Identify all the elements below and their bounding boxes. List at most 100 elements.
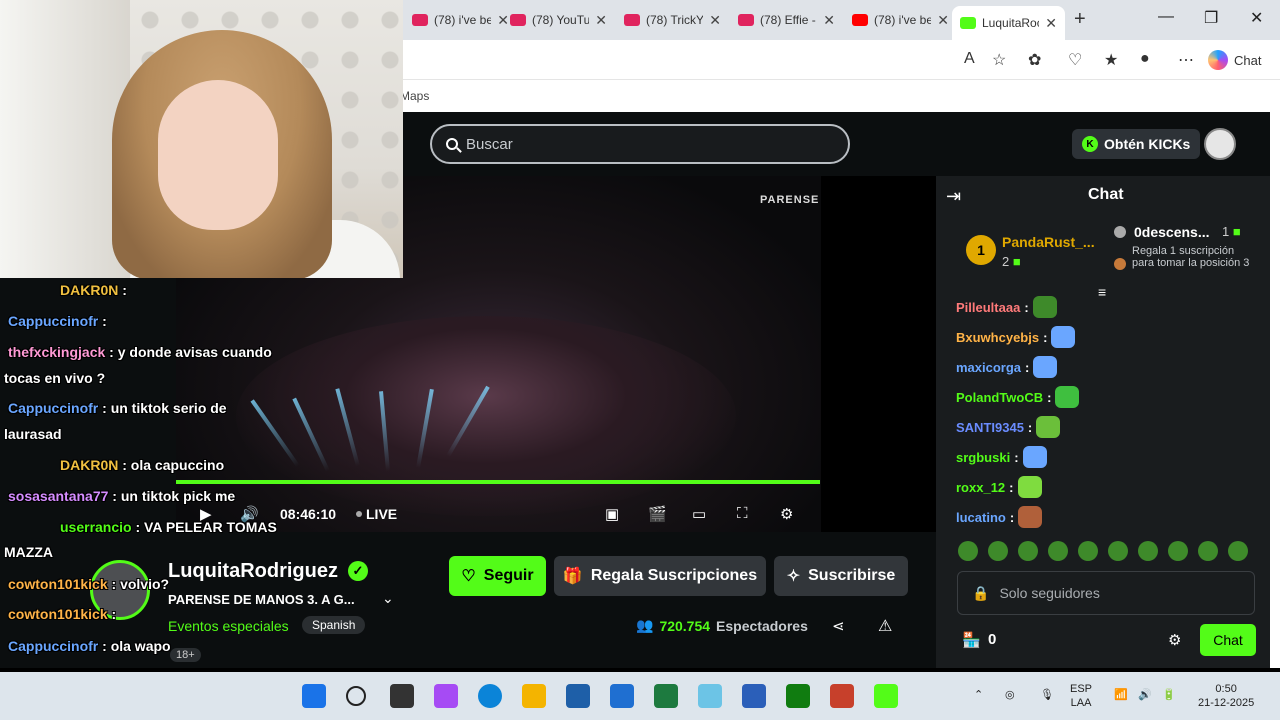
word-icon[interactable] (742, 684, 766, 708)
chat-username[interactable]: Bxuwhcyebjs (956, 330, 1039, 345)
powerpoint-icon[interactable] (830, 684, 854, 708)
browser-tab[interactable]: (78) i've be ✕ (844, 6, 957, 34)
chat-separator: : (1025, 359, 1030, 375)
stream-category[interactable]: Eventos especiales (168, 618, 289, 634)
emote-icon[interactable] (1078, 541, 1098, 561)
chat-username[interactable]: PolandTwoCB (956, 390, 1043, 405)
search-icon[interactable] (346, 686, 366, 706)
collapse-leaderboard-icon[interactable]: ≡ (1098, 284, 1106, 300)
language-indicator[interactable]: ESP LAA (1070, 682, 1092, 710)
collapse-chat-icon[interactable]: ⇥ (946, 186, 961, 207)
extensions-icon[interactable]: ✿ (1028, 50, 1041, 70)
pip-icon[interactable]: ▣ (605, 505, 619, 523)
file-explorer-icon[interactable] (522, 684, 546, 708)
close-icon[interactable]: ✕ (823, 12, 835, 29)
restore-button[interactable]: ❐ (1204, 8, 1218, 28)
search-input[interactable]: Buscar (430, 124, 850, 164)
chat-username[interactable]: roxx_12 (956, 480, 1005, 495)
youtube-icon (510, 14, 526, 26)
user-avatar[interactable] (1204, 128, 1236, 160)
theater-mode-icon[interactable]: ▭ (692, 505, 706, 523)
browser-tab[interactable]: (78) YouTu ✕ (502, 6, 615, 34)
close-icon[interactable]: ✕ (709, 12, 721, 29)
video-letterbox (821, 176, 936, 532)
battery-icon[interactable]: 🔋 (1162, 688, 1176, 702)
browser-tab-active[interactable]: LuquitaRoc ✕ (952, 6, 1065, 40)
excel-icon[interactable] (654, 684, 678, 708)
read-aloud-icon[interactable]: A (964, 50, 975, 68)
close-icon[interactable]: ✕ (595, 12, 607, 29)
progress-bar[interactable] (176, 480, 820, 484)
edge-icon[interactable] (478, 684, 502, 708)
favorite-star-icon[interactable]: ☆ (992, 50, 1006, 70)
clip-icon[interactable]: 🎬 (648, 505, 667, 523)
chat-input[interactable]: 🔒 Solo seguidores (957, 571, 1255, 615)
emote-icon[interactable] (958, 541, 978, 561)
minimize-button[interactable]: — (1158, 8, 1174, 26)
chat-send-button[interactable]: Chat (1200, 624, 1256, 656)
chat-username[interactable]: maxicorga (956, 360, 1021, 375)
browser-essentials-icon[interactable]: ♡ (1068, 50, 1082, 70)
settings-gear-icon[interactable]: ⚙ (780, 505, 793, 523)
app-icon[interactable] (698, 684, 722, 708)
chat-username[interactable]: lucatino (956, 510, 1006, 525)
chevron-down-icon[interactable]: ⌄ (382, 590, 394, 607)
browser-tab[interactable]: (78) Effie - ✕ (730, 6, 843, 34)
browser-tab[interactable]: (78) i've be ✕ (404, 6, 517, 34)
mail-icon[interactable] (610, 684, 634, 708)
chat-settings-icon[interactable]: ⚙ (1168, 631, 1181, 649)
new-tab-button[interactable]: + (1074, 8, 1086, 31)
microphone-icon[interactable]: 🎙 (1040, 688, 1054, 702)
close-icon[interactable]: ✕ (1045, 15, 1057, 32)
emote-icon[interactable] (1138, 541, 1158, 561)
gift-icon: 🎁 (562, 568, 583, 585)
close-window-button[interactable]: ✕ (1250, 8, 1263, 28)
favorite-maps[interactable]: Maps (400, 89, 429, 103)
store-icon[interactable]: 🏪 (962, 631, 981, 649)
overlay-text: y donde avisas cuando (117, 344, 272, 360)
get-kicks-button[interactable]: K Obtén KICKs (1072, 129, 1201, 159)
emote-icon[interactable] (1168, 541, 1188, 561)
clock[interactable]: 0:50 21-12-2025 (1198, 682, 1254, 710)
url-field[interactable] (410, 46, 950, 74)
store-icon[interactable] (566, 684, 590, 708)
leaderboard-second-name[interactable]: 0descens... (1134, 224, 1210, 240)
scrollbar[interactable] (1270, 112, 1280, 668)
chat-username[interactable]: srgbuski (956, 450, 1010, 465)
emote-icon (1017, 476, 1042, 498)
chat-username[interactable]: SANTI9345 (956, 420, 1024, 435)
report-warning-icon[interactable]: ⚠ (878, 616, 892, 636)
browser-tab[interactable]: (78) TrickY. ✕ (616, 6, 729, 34)
more-icon[interactable]: ⋯ (1178, 50, 1194, 70)
copilot-icon[interactable] (434, 684, 458, 708)
subscribe-button[interactable]: ✧ Suscribirse (774, 556, 908, 596)
emote-icon[interactable] (1108, 541, 1128, 561)
chat-username[interactable]: Pilleultaaa (956, 300, 1020, 315)
emote-icon (1032, 296, 1057, 318)
volume-icon[interactable]: 🔊 (1138, 688, 1152, 702)
share-icon[interactable]: ⋖ (832, 617, 845, 635)
tray-app-icon[interactable]: ◎ (1005, 688, 1015, 702)
close-icon[interactable]: ✕ (937, 12, 949, 29)
profile-icon[interactable]: ● (1140, 50, 1150, 68)
leaderboard-first-name[interactable]: PandaRust_... (1002, 234, 1095, 250)
emote-icon[interactable] (988, 541, 1008, 561)
emote-icon[interactable] (1198, 541, 1218, 561)
task-view-icon[interactable] (390, 684, 414, 708)
xbox-icon[interactable] (786, 684, 810, 708)
kick-app-icon[interactable] (874, 684, 898, 708)
kicks-balance: 0 (988, 631, 997, 648)
favorites-icon[interactable]: ★ (1104, 50, 1118, 70)
wifi-icon[interactable]: 📶 (1114, 688, 1128, 702)
emote-icon[interactable] (1018, 541, 1038, 561)
streamer-name[interactable]: LuquitaRodriguez (168, 560, 338, 583)
follow-button[interactable]: ♡ Seguir (449, 556, 546, 596)
emote-icon[interactable] (1228, 541, 1248, 561)
copilot-chat-button[interactable]: Chat (1208, 46, 1261, 74)
gift-subs-button[interactable]: 🎁 Regala Suscripciones (554, 556, 766, 596)
fullscreen-icon[interactable]: ⛶ (737, 505, 748, 522)
tray-chevron-icon[interactable]: ⌃ (974, 688, 983, 702)
emote-icon[interactable] (1048, 541, 1068, 561)
start-icon[interactable] (302, 684, 326, 708)
language-tag[interactable]: Spanish (302, 616, 366, 634)
